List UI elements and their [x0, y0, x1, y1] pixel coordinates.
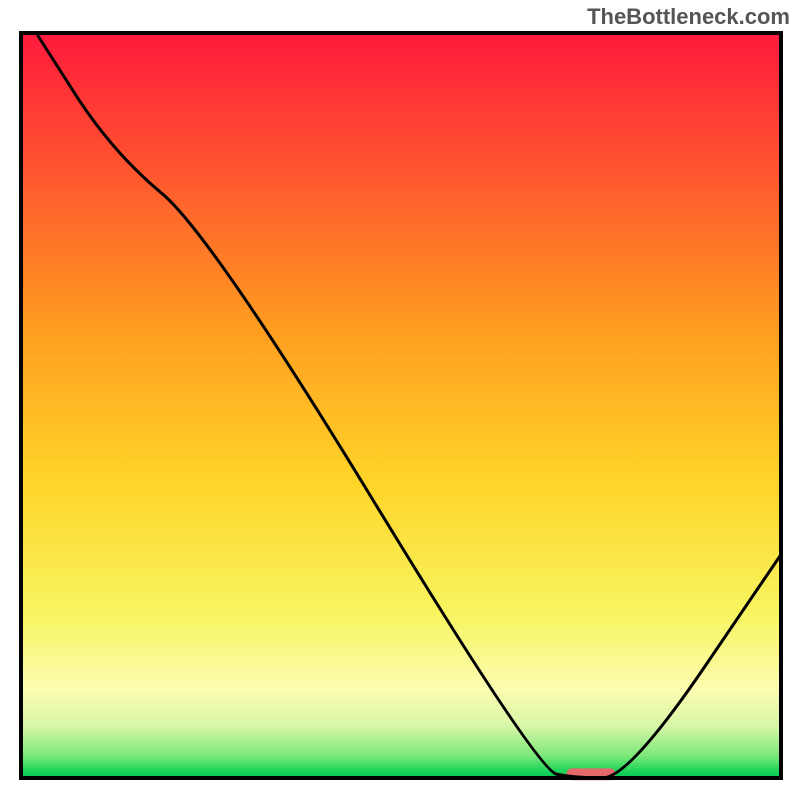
watermark-label: TheBottleneck.com	[587, 4, 790, 30]
plot-background	[21, 33, 781, 778]
bottleneck-chart	[0, 0, 800, 800]
chart-container: TheBottleneck.com	[0, 0, 800, 800]
